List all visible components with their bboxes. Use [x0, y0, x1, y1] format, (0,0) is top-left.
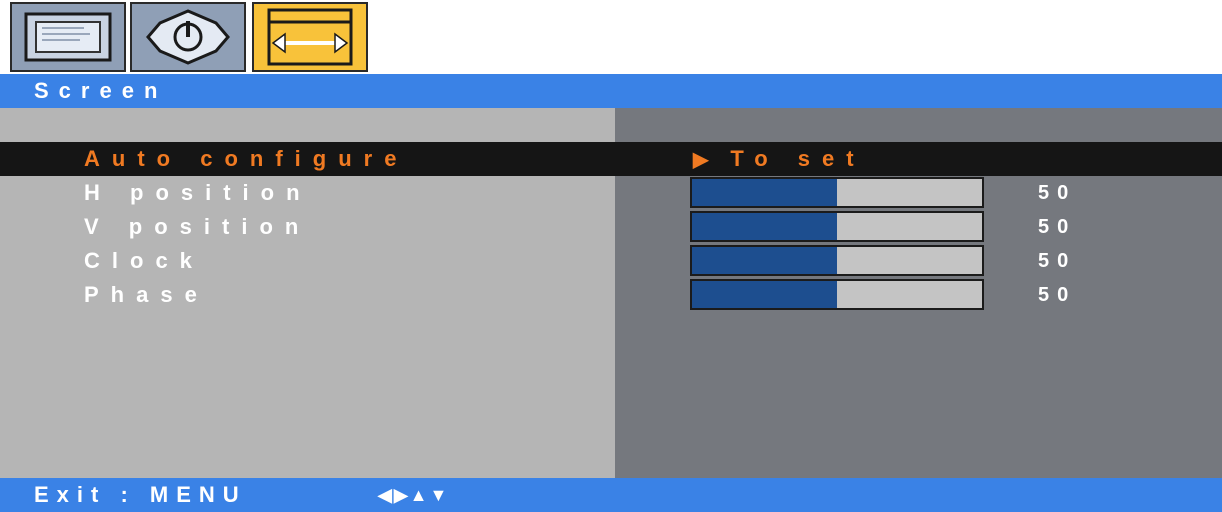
play-arrow-icon: ▶ [693, 149, 709, 171]
menu-item-h-position[interactable]: H position 50 [0, 176, 1222, 210]
slider-fill [692, 213, 837, 240]
phase-value: 50 [1038, 284, 1077, 306]
menu-item-label: H position [84, 180, 312, 205]
power-settings-icon [146, 9, 230, 65]
menu-item-label: Auto configure [84, 146, 409, 171]
menu-item-label: Clock [84, 248, 204, 273]
navigation-arrows-icon: ◀▶▲▼ [378, 485, 450, 505]
tab-picture[interactable] [10, 2, 126, 72]
exit-hint: Exit : MENU [34, 482, 247, 507]
menu-item-phase[interactable]: Phase 50 [0, 278, 1222, 312]
clock-value: 50 [1038, 250, 1077, 272]
osd-menu: Screen Auto configure ▶ To set H position… [0, 0, 1222, 512]
monitor-icon [24, 12, 112, 62]
to-set-action[interactable]: ▶ To set [693, 142, 866, 176]
footer-bar: Exit : MENU ◀▶▲▼ [0, 478, 1222, 512]
menu-item-label: V position [84, 214, 311, 239]
v-position-slider[interactable] [690, 211, 984, 242]
tab-setup[interactable] [130, 2, 246, 72]
tab-strip [0, 0, 1222, 74]
menu-item-label: Phase [84, 282, 209, 307]
slider-fill [692, 281, 837, 308]
action-label: To set [730, 146, 866, 171]
page-title: Screen [0, 74, 1222, 108]
h-position-slider[interactable] [690, 177, 984, 208]
phase-slider[interactable] [690, 279, 984, 310]
screen-resize-icon [267, 8, 353, 66]
h-position-value: 50 [1038, 182, 1077, 204]
slider-fill [692, 179, 837, 206]
clock-slider[interactable] [690, 245, 984, 276]
menu-item-clock[interactable]: Clock 50 [0, 244, 1222, 278]
menu-item-auto-configure[interactable]: Auto configure ▶ To set [0, 142, 1222, 176]
slider-fill [692, 247, 837, 274]
menu-item-v-position[interactable]: V position 50 [0, 210, 1222, 244]
v-position-value: 50 [1038, 216, 1077, 238]
tab-screen[interactable] [252, 2, 368, 72]
